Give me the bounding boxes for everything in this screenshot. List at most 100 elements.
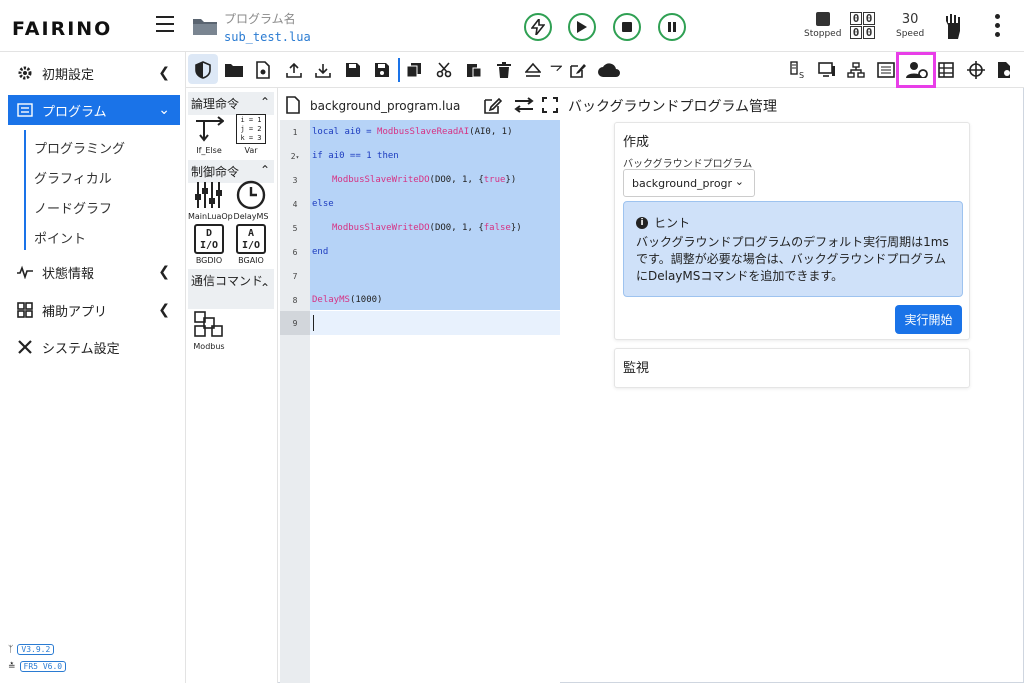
sub-item-graphical[interactable]: グラフィカル	[34, 168, 112, 187]
palette-item-bgdio[interactable]: D I/O BGDIO	[188, 224, 230, 265]
io-digits: 00 00	[850, 12, 875, 39]
sub-item-programming[interactable]: プログラミング	[34, 138, 125, 157]
text-cursor	[313, 315, 314, 331]
chevron-up-icon: ⌃	[259, 95, 270, 109]
more-options-icon[interactable]	[995, 14, 1001, 41]
run-button[interactable]	[568, 13, 596, 41]
table-icon[interactable]	[936, 60, 956, 80]
info-icon: i	[636, 216, 648, 229]
palette-section-comm[interactable]: 通信コマンド ⌃	[188, 269, 274, 309]
monitor-icon[interactable]	[817, 60, 837, 80]
chevron-down-icon: ⌄	[158, 102, 170, 118]
file-icon	[286, 96, 300, 118]
digital-io-icon: D I/O	[194, 224, 224, 254]
chevron-left-icon: ❮	[158, 65, 170, 81]
stop-button[interactable]	[613, 13, 641, 41]
download-icon[interactable]	[313, 60, 333, 80]
fold-caret-icon[interactable]: ▾	[296, 154, 300, 161]
speed-status[interactable]: 30 Speed	[896, 12, 924, 39]
svg-text:S: S	[799, 71, 804, 79]
background-program-select[interactable]: background_progr ⌄	[623, 169, 755, 197]
save-as-icon[interactable]	[372, 60, 392, 80]
palette-item-var[interactable]: i = 1j = 2k = 3 Var	[230, 114, 272, 155]
code-function: ModbusSlaveWriteDO	[332, 175, 430, 185]
chevron-down-icon: ⌄	[734, 175, 744, 188]
palette-item-modbus[interactable]: Modbus	[188, 310, 230, 351]
speed-label: Speed	[896, 29, 925, 39]
active-line	[310, 311, 560, 335]
sidebar-item-aux-apps[interactable]: 補助アプリ ❮	[8, 295, 180, 325]
fullscreen-icon[interactable]	[542, 97, 558, 117]
program-file-link[interactable]: sub_test.lua	[224, 30, 311, 44]
code-text: (AI0, 1)	[469, 127, 513, 137]
stopped-status: Stopped	[804, 12, 841, 39]
sidebar-item-status-info[interactable]: 状態情報 ❮	[8, 257, 180, 287]
menu-icon[interactable]	[156, 16, 174, 32]
line-number: 7	[292, 272, 298, 281]
palette-section-title: 論理命令	[191, 97, 240, 111]
sidebar-item-program[interactable]: プログラム ⌄	[8, 95, 180, 125]
palette-item-if-else[interactable]: If_Else	[188, 114, 230, 155]
upload-icon[interactable]	[284, 60, 304, 80]
new-file-icon[interactable]	[253, 60, 273, 80]
branch-icon: ᛉ	[8, 644, 14, 655]
tools-icon	[16, 338, 34, 356]
folder-icon[interactable]	[192, 16, 218, 36]
palette-section-title: 通信コマンド	[191, 274, 264, 288]
sidebar-item-system-settings[interactable]: システム設定	[8, 332, 180, 362]
terminal-icon[interactable]	[876, 60, 896, 80]
var-line: i = 1	[240, 116, 262, 124]
palette-item-label: BGDIO	[195, 256, 223, 265]
sub-item-node-graph[interactable]: ノードグラフ	[34, 198, 112, 217]
network-icon[interactable]	[846, 60, 866, 80]
save-icon[interactable]	[343, 60, 363, 80]
hand-icon[interactable]	[944, 13, 964, 43]
code-line-5: ModbusSlaveWriteDO(DO0, 1, {false})	[332, 223, 522, 233]
line-number: 4	[292, 200, 298, 209]
edit-icon[interactable]	[568, 60, 588, 80]
palette-item-bgaio[interactable]: A I/O BGAIO	[230, 224, 272, 265]
palette-section-logic[interactable]: 論理命令 ⌃	[188, 92, 274, 115]
grid-apps-icon	[16, 301, 34, 319]
more-tools-icon[interactable]	[550, 60, 562, 80]
line-number: 6	[292, 248, 298, 257]
digit: 0	[863, 26, 875, 39]
background-program-icon[interactable]	[905, 60, 929, 80]
chevron-up-icon: ⌃	[259, 163, 270, 177]
code-line-8: DelayMS(1000)	[312, 295, 382, 305]
sub-item-points[interactable]: ポイント	[34, 228, 86, 247]
palette-item-mainluaop[interactable]: MainLuaOp	[188, 180, 233, 221]
cloud-icon[interactable]	[597, 60, 621, 80]
pause-button[interactable]	[658, 13, 686, 41]
swap-icon[interactable]	[514, 97, 534, 117]
digit: 0	[850, 26, 862, 39]
crosshair-icon[interactable]	[966, 60, 986, 80]
modbus-icon	[188, 310, 230, 340]
code-text: })	[510, 223, 522, 233]
delete-icon[interactable]	[494, 60, 514, 80]
code-line-3: ModbusSlaveWriteDO(DO0, 1, {true})	[332, 175, 516, 185]
open-folder-icon[interactable]	[224, 60, 244, 80]
io-status-icon[interactable]: S	[788, 60, 808, 80]
code-line-2: if ai0 == 1 then	[312, 151, 399, 161]
analog-io-icon: A I/O	[236, 224, 266, 254]
robot-version: ≛ FR5 V6.0	[8, 661, 67, 672]
version-badge: FR5 V6.0	[19, 661, 67, 672]
cut-icon[interactable]	[434, 60, 454, 80]
sidebar-item-label: 補助アプリ	[42, 304, 108, 320]
code-keyword: local	[312, 127, 340, 137]
palette-item-label: If_Else	[196, 146, 222, 155]
copy-icon[interactable]	[404, 60, 424, 80]
paste-icon[interactable]	[464, 60, 484, 80]
document-settings-icon[interactable]	[995, 60, 1015, 80]
lightning-button[interactable]	[524, 13, 552, 41]
eject-icon[interactable]	[523, 60, 543, 80]
shield-icon[interactable]	[193, 60, 213, 80]
toolbar-separator	[398, 58, 400, 82]
palette-item-delayms[interactable]: DelayMS	[230, 180, 272, 221]
start-execution-button[interactable]: 実行開始	[895, 305, 962, 334]
edit-file-icon[interactable]	[484, 96, 503, 118]
code-keyword: end	[312, 247, 329, 257]
monitor-card: 監視	[614, 348, 970, 388]
sidebar-item-initial-settings[interactable]: 初期設定 ❮	[8, 58, 180, 88]
